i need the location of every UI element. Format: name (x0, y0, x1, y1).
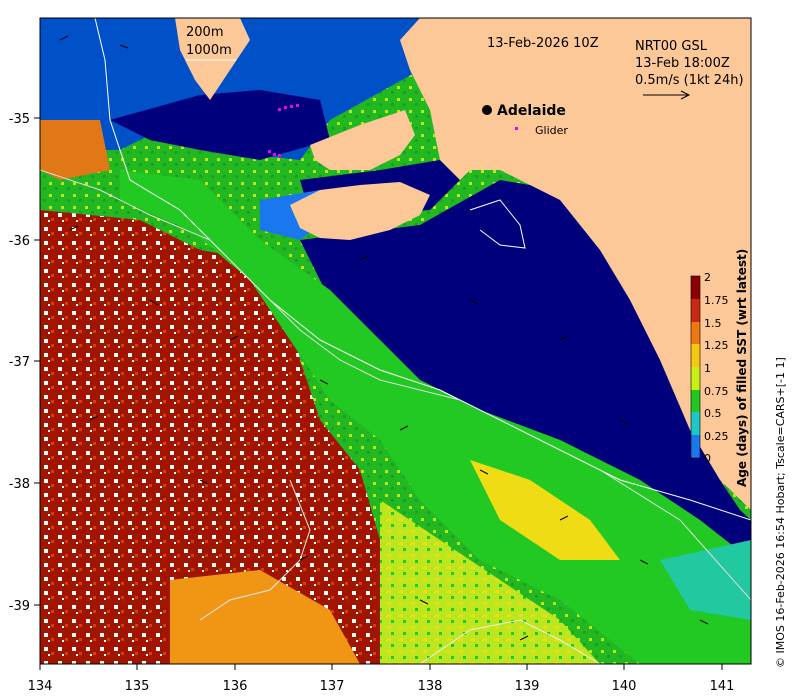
y-axis: -35 -36 -37 -38 -39 (9, 112, 40, 614)
x-tick-136: 136 (223, 679, 248, 694)
x-tick-135: 135 (125, 679, 150, 694)
colorbar-label-0-5: 0.5 (704, 407, 722, 420)
colorbar-label-1-25: 1.25 (704, 339, 729, 352)
sst-age-map: 134 135 136 137 138 139 140 141 -35 -36 … (9, 17, 787, 694)
colorbar-label-2: 2 (704, 271, 711, 284)
colorbar-label-0: 0 (704, 452, 711, 465)
y-tick-minus37: -37 (9, 355, 30, 370)
glider-legend-label: Glider (535, 124, 568, 137)
x-tick-139: 139 (515, 679, 540, 694)
x-tick-137: 137 (320, 679, 345, 694)
contour-label-1000m: 1000m (186, 43, 232, 58)
contour-label-200m: 200m (186, 25, 223, 40)
credit-text: © IMOS 16-Feb-2026 16:54 Hobart; Tscale=… (774, 357, 787, 668)
vector-scale-label: 0.5m/s (1kt 24h) (635, 73, 744, 88)
glider-legend-marker (515, 127, 518, 130)
colorbar-label-1: 1 (704, 362, 711, 375)
colorbar-label-1-75: 1.75 (704, 294, 729, 307)
valid-time-label: 13-Feb 18:00Z (635, 56, 730, 71)
y-tick-minus36: -36 (9, 234, 30, 249)
x-tick-134: 134 (28, 679, 53, 694)
header-date: 13-Feb-2026 10Z (487, 36, 599, 51)
product-label: NRT00 GSL (635, 39, 708, 54)
y-tick-minus39: -39 (9, 599, 30, 614)
adelaide-label: Adelaide (497, 103, 566, 119)
colorbar-title: Age (days) of filled SST (wrt latest) (735, 249, 749, 487)
colorbar-label-0-75: 0.75 (704, 385, 729, 398)
colorbar-label-1-5: 1.5 (704, 317, 722, 330)
x-tick-141: 141 (710, 679, 735, 694)
x-tick-140: 140 (612, 679, 637, 694)
adelaide-marker (482, 105, 492, 115)
y-tick-minus38: -38 (9, 477, 30, 492)
orange-patch-nw (40, 120, 110, 180)
x-tick-138: 138 (418, 679, 443, 694)
y-tick-minus35: -35 (9, 112, 30, 127)
colorbar-label-0-25: 0.25 (704, 430, 729, 443)
x-axis: 134 135 136 137 138 139 140 141 (28, 664, 735, 694)
